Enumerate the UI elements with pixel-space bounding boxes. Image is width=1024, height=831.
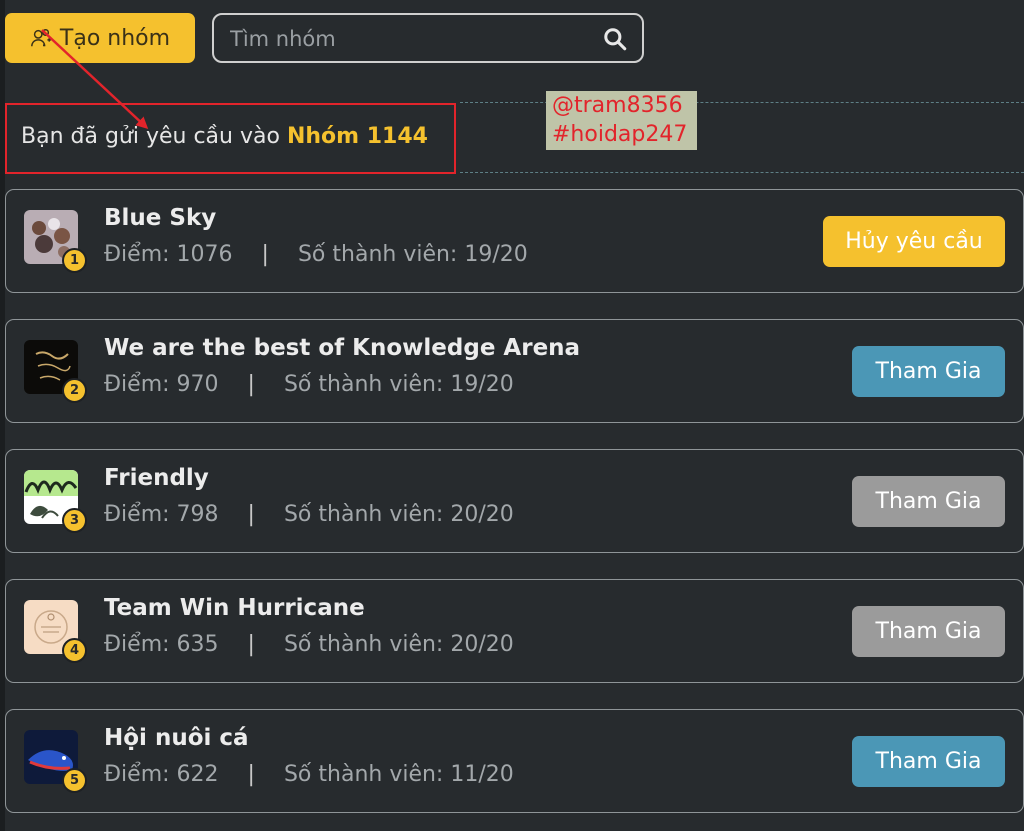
watermark-line-2: #hoidap247 bbox=[552, 122, 688, 147]
rank-badge: 2 bbox=[62, 378, 87, 403]
group-name: Friendly bbox=[104, 465, 209, 491]
group-stats: Điểm: 1076 | Số thành viên: 19/20 bbox=[104, 242, 528, 267]
requested-group-name[interactable]: Nhóm 1144 bbox=[287, 124, 428, 149]
group-stats: Điểm: 622 | Số thành viên: 11/20 bbox=[104, 762, 514, 787]
stats-separator: | bbox=[247, 372, 255, 397]
members-value: 19/20 bbox=[450, 372, 514, 397]
points-label: Điểm: bbox=[104, 762, 170, 787]
members-label: Số thành viên: bbox=[283, 502, 444, 527]
request-notice: Bạn đã gửi yêu cầu vào Nhóm 1144 bbox=[21, 124, 428, 149]
divider-top bbox=[460, 102, 1024, 103]
points-value: 635 bbox=[176, 632, 219, 657]
group-stats: Điểm: 635 | Số thành viên: 20/20 bbox=[104, 632, 514, 657]
create-group-button[interactable]: Tạo nhóm bbox=[5, 13, 195, 63]
stats-separator: | bbox=[247, 502, 255, 527]
points-label: Điểm: bbox=[104, 372, 170, 397]
rank-badge: 4 bbox=[62, 638, 87, 663]
search-input[interactable] bbox=[228, 15, 592, 63]
group-card: 5 Hội nuôi cá Điểm: 622 | Số thành viên:… bbox=[5, 709, 1024, 813]
group-stats: Điểm: 798 | Số thành viên: 20/20 bbox=[104, 502, 514, 527]
points-label: Điểm: bbox=[104, 632, 170, 657]
members-value: 20/20 bbox=[450, 502, 514, 527]
group-stats: Điểm: 970 | Số thành viên: 19/20 bbox=[104, 372, 514, 397]
cancel-request-button[interactable]: Hủy yêu cầu bbox=[823, 216, 1005, 267]
rank-badge: 3 bbox=[62, 508, 87, 533]
members-label: Số thành viên: bbox=[297, 242, 458, 267]
points-label: Điểm: bbox=[104, 242, 170, 267]
points-value: 798 bbox=[176, 502, 219, 527]
group-name: Blue Sky bbox=[104, 205, 217, 231]
group-name: Team Win Hurricane bbox=[104, 595, 365, 621]
join-button[interactable]: Tham Gia bbox=[852, 346, 1005, 397]
group-card: 4 Team Win Hurricane Điểm: 635 | Số thàn… bbox=[5, 579, 1024, 683]
join-button[interactable]: Tham Gia bbox=[852, 736, 1005, 787]
add-user-icon bbox=[31, 29, 52, 47]
members-label: Số thành viên: bbox=[283, 372, 444, 397]
group-name: Hội nuôi cá bbox=[104, 725, 249, 751]
stats-separator: | bbox=[261, 242, 269, 267]
search-box[interactable] bbox=[212, 13, 644, 63]
create-group-label: Tạo nhóm bbox=[59, 25, 171, 51]
group-name: We are the best of Knowledge Arena bbox=[104, 335, 581, 361]
rank-badge: 5 bbox=[62, 768, 87, 793]
join-button-disabled[interactable]: Tham Gia bbox=[852, 606, 1005, 657]
stats-separator: | bbox=[247, 762, 255, 787]
group-card: 1 Blue Sky Điểm: 1076 | Số thành viên: 1… bbox=[5, 189, 1024, 293]
stats-separator: | bbox=[247, 632, 255, 657]
members-label: Số thành viên: bbox=[283, 762, 444, 787]
points-value: 1076 bbox=[176, 242, 233, 267]
group-card: 2 We are the best of Knowledge Arena Điể… bbox=[5, 319, 1024, 423]
join-button-disabled[interactable]: Tham Gia bbox=[852, 476, 1005, 527]
rank-badge: 1 bbox=[62, 248, 87, 273]
group-card: 3 Friendly Điểm: 798 | Số thành viên: 20… bbox=[5, 449, 1024, 553]
points-value: 970 bbox=[176, 372, 219, 397]
watermark: @tram8356 #hoidap247 bbox=[546, 91, 697, 150]
watermark-line-1: @tram8356 bbox=[552, 93, 683, 118]
search-icon[interactable] bbox=[602, 26, 628, 52]
notice-text: Bạn đã gửi yêu cầu vào bbox=[21, 124, 280, 149]
members-label: Số thành viên: bbox=[283, 632, 444, 657]
points-value: 622 bbox=[176, 762, 219, 787]
members-value: 19/20 bbox=[464, 242, 528, 267]
points-label: Điểm: bbox=[104, 502, 170, 527]
members-value: 20/20 bbox=[450, 632, 514, 657]
members-value: 11/20 bbox=[450, 762, 514, 787]
divider-bottom bbox=[460, 172, 1024, 173]
